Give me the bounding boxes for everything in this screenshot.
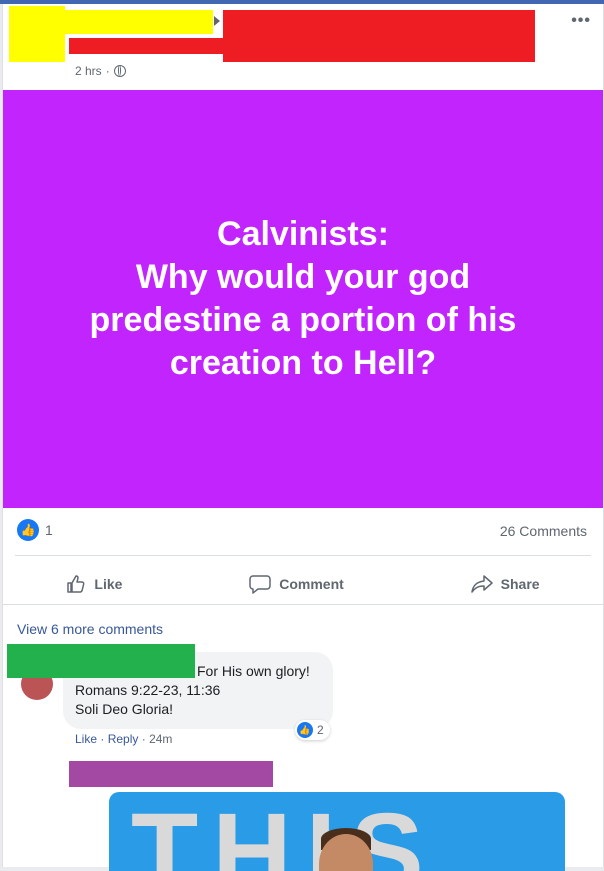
post-card: ••• 2 hrs · Calvinists: Why would your g… bbox=[2, 4, 604, 871]
comment-like-link[interactable]: Like bbox=[75, 732, 97, 746]
image-text-line: creation to Hell? bbox=[169, 344, 437, 382]
thumbs-up-icon bbox=[67, 575, 85, 593]
comment-reaction-count: 2 bbox=[317, 723, 324, 737]
divider bbox=[3, 604, 603, 605]
comment-button[interactable]: Comment bbox=[249, 574, 344, 594]
comment-label: Comment bbox=[279, 576, 344, 592]
comments-count[interactable]: 26 Comments bbox=[500, 523, 587, 539]
redaction-yellow bbox=[65, 10, 213, 34]
divider bbox=[15, 555, 591, 556]
comment-reply-link[interactable]: Reply bbox=[108, 732, 139, 746]
image-text-line: predestine a portion of his bbox=[89, 301, 517, 339]
comment-text-line3: Soli Deo Gloria! bbox=[75, 701, 174, 717]
like-button[interactable]: Like bbox=[66, 574, 122, 594]
like-label: Like bbox=[94, 576, 123, 592]
reaction-summary[interactable]: 👍 1 bbox=[17, 519, 53, 541]
view-more-comments-link[interactable]: View 6 more comments bbox=[17, 621, 163, 637]
post-timestamp[interactable]: 2 hrs · bbox=[75, 64, 126, 78]
like-reaction-icon: 👍 bbox=[17, 519, 39, 541]
comment-icon bbox=[249, 575, 271, 594]
globe-icon bbox=[113, 65, 126, 77]
redaction-red bbox=[223, 10, 535, 62]
like-count: 1 bbox=[45, 522, 53, 538]
redaction-purple bbox=[69, 761, 273, 787]
gif-text: THIS bbox=[131, 792, 438, 871]
post-image-text: Calvinists: Why would your god predestin… bbox=[43, 213, 563, 385]
share-label: Share bbox=[500, 576, 540, 592]
image-text-line: Calvinists: bbox=[217, 215, 389, 253]
post-image[interactable]: Calvinists: Why would your god predestin… bbox=[3, 90, 603, 508]
comment-reaction-badge[interactable]: 👍 2 bbox=[295, 720, 330, 740]
share-button[interactable]: Share bbox=[470, 574, 540, 594]
ellipsis-icon[interactable]: ••• bbox=[571, 12, 591, 30]
comment-text-line2: Romans 9:22-23, 11:36 bbox=[75, 682, 221, 698]
comment-actions: Like · Reply · 24m bbox=[75, 732, 173, 746]
redaction-yellow bbox=[9, 6, 65, 62]
redaction-red bbox=[69, 38, 229, 54]
post-actions: Like Comment Share bbox=[3, 566, 603, 602]
like-reaction-icon: 👍 bbox=[297, 722, 313, 738]
image-text-line: Why would your god bbox=[135, 258, 471, 296]
post-time[interactable]: 2 hrs bbox=[75, 64, 102, 78]
reply-gif[interactable]: THIS bbox=[109, 792, 565, 871]
share-arrow-icon bbox=[214, 16, 220, 26]
comment-text-line1: For His own glory! bbox=[197, 663, 310, 679]
comment-time[interactable]: 24m bbox=[149, 732, 172, 746]
share-icon bbox=[470, 575, 493, 593]
redaction-green bbox=[7, 644, 195, 678]
